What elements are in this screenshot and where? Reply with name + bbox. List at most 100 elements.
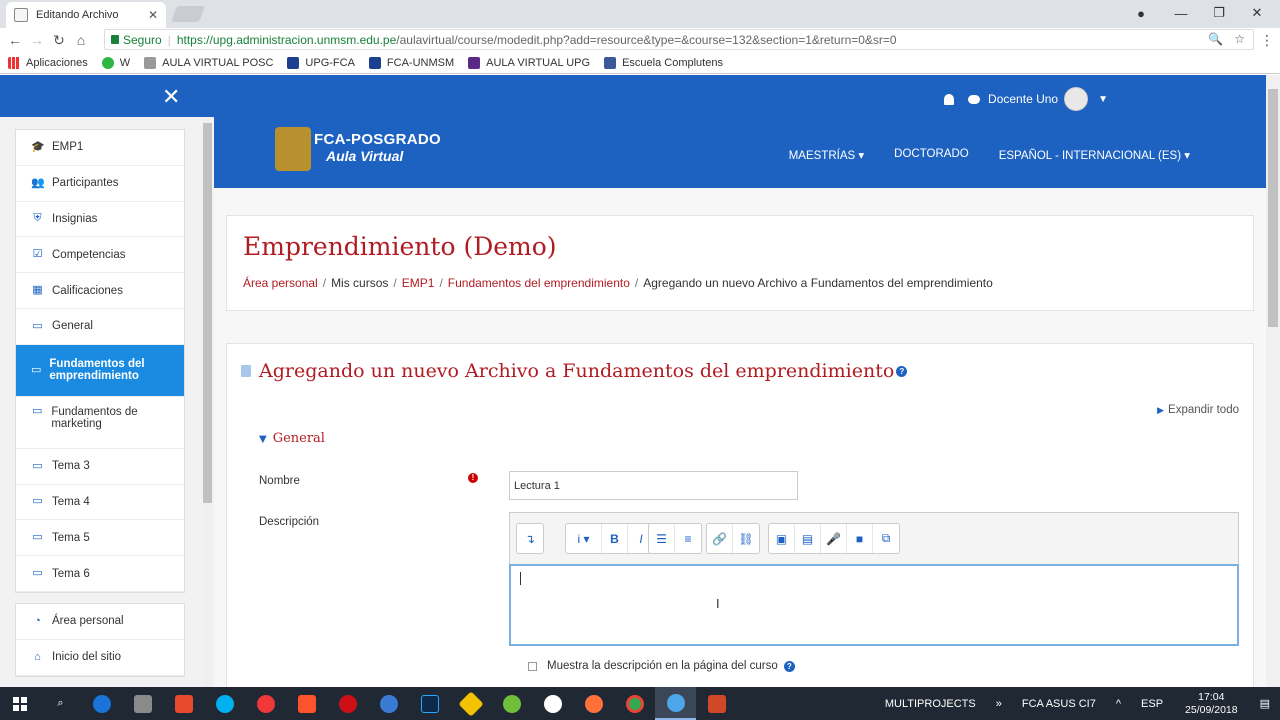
sidebar-scrollbar[interactable]	[202, 117, 212, 687]
whatsapp-icon	[101, 56, 114, 69]
close-drawer-icon[interactable]: ✕	[162, 84, 180, 110]
sidebar-item[interactable]: 👥 Participantes	[16, 166, 184, 202]
sidebar-item[interactable]: ▭ Tema 5	[16, 520, 184, 557]
breadcrumb-item[interactable]: Fundamentos del emprendimiento	[448, 276, 630, 290]
toolbar-multiprojects[interactable]: MULTIPROJECTS	[885, 698, 976, 710]
paragraph-style-icon[interactable]: i ▾	[566, 524, 602, 553]
sidebar-item[interactable]: ⌂ Inicio del sitio	[16, 640, 184, 676]
sidebar-item[interactable]: ▭ Fundamentos de marketing	[16, 397, 184, 449]
chat-icon[interactable]	[968, 94, 981, 104]
forward-icon[interactable]: →	[26, 32, 48, 48]
url-input[interactable]: Seguro | https://upg.administracion.unms…	[104, 29, 1254, 50]
ordered-list-icon[interactable]: ≡	[675, 524, 701, 553]
new-tab-button[interactable]	[171, 6, 205, 22]
menu-icon[interactable]: ⋮	[1256, 32, 1278, 49]
language-indicator[interactable]: ESP	[1141, 698, 1163, 710]
toolbar-fca-asus[interactable]: FCA ASUS CI7	[1022, 698, 1096, 710]
home-icon[interactable]: ⌂	[70, 32, 92, 48]
record-video-icon[interactable]: ■	[847, 524, 873, 553]
opera-icon[interactable]	[327, 687, 368, 720]
menu-doctorado[interactable]: DOCTORADO	[894, 148, 969, 162]
profile-icon[interactable]: ●	[1122, 0, 1160, 26]
image-icon[interactable]: ▣	[769, 524, 795, 553]
breadcrumb-item[interactable]: EMP1	[402, 276, 435, 290]
bookmark-aula-virtual-upg[interactable]: AULA VIRTUAL UPG	[468, 56, 590, 69]
teamviewer-icon[interactable]	[81, 687, 122, 720]
skype-icon[interactable]	[204, 687, 245, 720]
minimize-button[interactable]: —	[1162, 0, 1200, 26]
bookmark-escuela-complutense[interactable]: Escuela Complutens	[604, 56, 723, 69]
sidebar-item[interactable]: ▦ Calificaciones	[16, 273, 184, 309]
browser-tab[interactable]: Editando Archivo ✕	[6, 2, 166, 28]
page-scrollbar[interactable]	[1266, 75, 1280, 687]
unlink-icon[interactable]: ⛓	[733, 524, 759, 553]
chevron-down-icon[interactable]: ▼	[1098, 94, 1108, 105]
network-app-icon[interactable]	[655, 687, 696, 720]
description-editor[interactable]: I	[509, 564, 1239, 646]
chrome-icon[interactable]	[614, 687, 655, 720]
sidebar-item[interactable]: ▭ General	[16, 309, 184, 345]
menu-language[interactable]: ESPAÑOL - INTERNACIONAL (ES) ▾	[999, 148, 1190, 162]
vivaldi-icon[interactable]	[245, 687, 286, 720]
notifications-icon[interactable]: ▤	[1260, 697, 1270, 710]
media-icon[interactable]: ▤	[795, 524, 821, 553]
firefox-icon[interactable]	[573, 687, 614, 720]
breadcrumb-item[interactable]: Área personal	[243, 276, 318, 290]
sidebar-item[interactable]: ⛨ Insignias	[16, 202, 184, 238]
maximize-button[interactable]: ❐	[1200, 0, 1238, 26]
back-icon[interactable]: ←	[4, 32, 26, 48]
photoshop-icon[interactable]	[409, 687, 450, 720]
sidebar-item[interactable]: ▭ Tema 3	[16, 449, 184, 485]
clock[interactable]: 17:04 25/09/2018	[1185, 691, 1238, 717]
globe-icon[interactable]	[368, 687, 409, 720]
avatar[interactable]	[1064, 87, 1089, 111]
secure-indicator[interactable]: Seguro	[111, 33, 162, 47]
unordered-list-icon[interactable]: ☰	[649, 524, 675, 553]
sidebar-item[interactable]: ▭ Tema 4	[16, 485, 184, 521]
help-icon[interactable]: ?	[783, 660, 795, 672]
bookmark-fca-unmsm[interactable]: FCA-UNMSM	[368, 56, 454, 69]
star-icon[interactable]: ☆	[1234, 32, 1245, 46]
user-name[interactable]: Docente Uno	[988, 92, 1058, 106]
bell-icon[interactable]	[944, 93, 955, 105]
app-yellow-icon[interactable]	[450, 687, 491, 720]
bookmark-upg-fca[interactable]: UPG-FCA	[287, 56, 355, 69]
bookmark-w[interactable]: W	[101, 56, 130, 69]
menu-maestrias[interactable]: MAESTRÍAS ▾	[789, 148, 864, 162]
camtasia-icon[interactable]	[163, 687, 204, 720]
brave-icon[interactable]	[286, 687, 327, 720]
file-manager-icon[interactable]	[122, 687, 163, 720]
undo-redo-icon[interactable]: ↴	[517, 524, 543, 553]
sidebar-item[interactable]: ▭ Fundamentos del emprendimiento	[16, 344, 184, 397]
reload-icon[interactable]: ↻	[48, 32, 70, 49]
section-general-toggle[interactable]: ▼ General	[259, 431, 325, 446]
app-green-icon[interactable]	[491, 687, 532, 720]
zoom-icon[interactable]: 🔍	[1208, 32, 1223, 46]
powerpoint-icon[interactable]	[696, 687, 737, 720]
chevron-icon[interactable]: »	[996, 698, 1002, 710]
sidebar-item[interactable]: ☑ Competencias	[16, 237, 184, 274]
bookmark-apps[interactable]: Aplicaciones	[8, 56, 88, 69]
link-icon[interactable]: 🔗	[707, 524, 733, 553]
record-audio-icon[interactable]: 🎤	[821, 524, 847, 553]
toolbar-group: i ▾ B I	[565, 523, 655, 554]
close-window-button[interactable]: ✕	[1238, 0, 1276, 26]
sidebar-item[interactable]: 🎓 EMP1	[16, 130, 184, 166]
sidebar-item[interactable]: ◔ Área personal	[16, 604, 184, 640]
show-description-checkbox[interactable]	[528, 661, 537, 671]
name-input[interactable]: Lectura 1	[509, 471, 798, 500]
help-icon[interactable]: ?	[896, 365, 908, 377]
form-title: Agregando un nuevo Archivo a Fundamentos…	[241, 360, 908, 382]
yandex-icon[interactable]	[532, 687, 573, 720]
university-seal-icon[interactable]	[275, 127, 311, 171]
site-logo[interactable]: FCA-POSGRADO Aula Virtual	[314, 131, 441, 164]
bookmark-aula-virtual-posc[interactable]: AULA VIRTUAL POSC	[144, 56, 273, 69]
close-tab-icon[interactable]: ✕	[148, 8, 158, 22]
bold-icon[interactable]: B	[602, 524, 628, 553]
start-button[interactable]	[0, 687, 40, 720]
search-icon[interactable]: ⌕	[40, 687, 81, 720]
chevron-up-icon[interactable]: ^	[1116, 698, 1121, 710]
manage-files-icon[interactable]: ⧉	[873, 524, 899, 553]
expand-all-link[interactable]: ▶ Expandir todo	[1157, 404, 1239, 416]
sidebar-item[interactable]: ▭ Tema 6	[16, 556, 184, 592]
